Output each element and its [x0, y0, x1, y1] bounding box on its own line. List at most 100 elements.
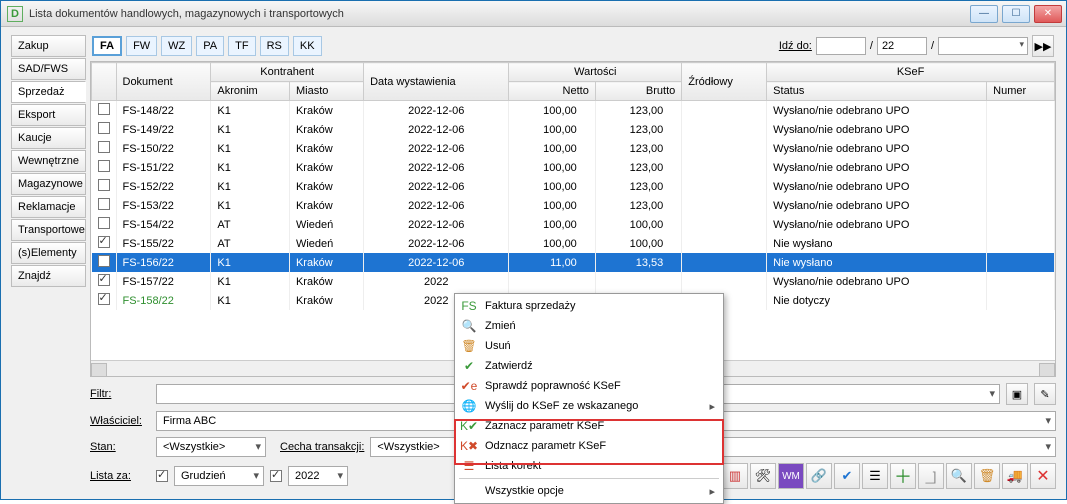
- menu-item[interactable]: ✔eSprawdź poprawność KSeF: [455, 376, 723, 396]
- top-tab-WZ[interactable]: WZ: [161, 36, 192, 56]
- bottom-toolbar: Σ ▥ 🛠 WM 🔗 ✔ ☰ ＋ _] 🔍 🗑 🚚 ✕: [694, 463, 1056, 489]
- menu-icon: ☰: [459, 459, 479, 473]
- menu-item[interactable]: FSFaktura sprzedaży: [455, 296, 723, 316]
- row-checkbox[interactable]: [98, 293, 110, 305]
- goto-go-button[interactable]: ▶▶: [1032, 35, 1054, 57]
- row-checkbox[interactable]: [98, 255, 110, 267]
- table-row[interactable]: FS-154/22ATWiedeń2022-12-06100,00100,00W…: [92, 215, 1055, 234]
- col-status[interactable]: Status: [767, 82, 987, 101]
- side-tab-eksport[interactable]: Eksport: [11, 104, 86, 126]
- tb-tools-icon[interactable]: 🛠: [750, 463, 776, 489]
- row-checkbox[interactable]: [98, 103, 110, 115]
- menu-item[interactable]: K✔Zaznacz parametr KSeF: [455, 416, 723, 436]
- stan-combo[interactable]: <Wszystkie>: [156, 437, 266, 457]
- filter-toggle-button[interactable]: ▣: [1006, 383, 1028, 405]
- top-tab-FA[interactable]: FA: [92, 36, 122, 56]
- side-tab-magazynowe[interactable]: Magazynowe: [11, 173, 86, 195]
- col-dokument[interactable]: Dokument: [116, 63, 211, 101]
- table-row[interactable]: FS-149/22K1Kraków2022-12-06100,00123,00W…: [92, 120, 1055, 139]
- row-checkbox[interactable]: [98, 198, 110, 210]
- menu-icon: K✖: [459, 439, 479, 453]
- row-checkbox[interactable]: [98, 274, 110, 286]
- top-tab-TF[interactable]: TF: [228, 36, 255, 56]
- tb-wm-icon[interactable]: WM: [778, 463, 804, 489]
- row-checkbox[interactable]: [98, 141, 110, 153]
- top-tab-RS[interactable]: RS: [260, 36, 289, 56]
- table-row[interactable]: FS-150/22K1Kraków2022-12-06100,00123,00W…: [92, 139, 1055, 158]
- row-checkbox[interactable]: [98, 160, 110, 172]
- cecha-label: Cecha transakcji:: [280, 441, 364, 453]
- filter-edit-button[interactable]: ✎: [1034, 383, 1056, 405]
- side-tab-(s)elementy[interactable]: (s)Elementy: [11, 242, 86, 264]
- table-row[interactable]: FS-155/22ATWiedeń2022-12-06100,00100,00N…: [92, 234, 1055, 253]
- year-combo[interactable]: 2022: [288, 466, 348, 486]
- year-checkbox[interactable]: [270, 470, 282, 482]
- table-row[interactable]: FS-157/22K1Kraków2022Wysłano/nie odebran…: [92, 272, 1055, 291]
- col-ksef[interactable]: KSeF: [767, 63, 1055, 82]
- close-button[interactable]: ✕: [1034, 5, 1062, 23]
- side-tab-transportowe[interactable]: Transportowe: [11, 219, 86, 241]
- side-tabs: ZakupSAD/FWSSprzedażEksportKaucjeWewnętr…: [11, 33, 86, 489]
- menu-item[interactable]: 🌐Wyślij do KSeF ze wskazanego▸: [455, 396, 723, 416]
- row-checkbox[interactable]: [98, 179, 110, 191]
- menu-item[interactable]: K✖Odznacz parametr KSeF: [455, 436, 723, 456]
- row-checkbox[interactable]: [98, 236, 110, 248]
- tb-check-icon[interactable]: ✔: [834, 463, 860, 489]
- side-tab-wewnętrzne[interactable]: Wewnętrzne: [11, 150, 86, 172]
- stan-label: Stan:: [90, 441, 150, 453]
- col-miasto[interactable]: Miasto: [289, 82, 363, 101]
- col-kontrahent[interactable]: Kontrahent: [211, 63, 364, 82]
- side-tab-zakup[interactable]: Zakup: [11, 35, 86, 57]
- lista-za-label: Lista za:: [90, 470, 150, 482]
- top-tab-FW[interactable]: FW: [126, 36, 157, 56]
- goto-year-combo[interactable]: [938, 37, 1028, 55]
- side-tab-znajdź[interactable]: Znajdź: [11, 265, 86, 287]
- goto-sep2: /: [931, 40, 934, 52]
- tb-truck-icon[interactable]: 🚚: [1002, 463, 1028, 489]
- table-row[interactable]: FS-153/22K1Kraków2022-12-06100,00123,00W…: [92, 196, 1055, 215]
- tb-columns-icon[interactable]: ▥: [722, 463, 748, 489]
- row-checkbox[interactable]: [98, 217, 110, 229]
- menu-item[interactable]: Wszystkie opcje▸: [455, 481, 723, 501]
- table-row[interactable]: FS-152/22K1Kraków2022-12-06100,00123,00W…: [92, 177, 1055, 196]
- tb-list-icon[interactable]: ☰: [862, 463, 888, 489]
- col-numer[interactable]: Numer: [987, 82, 1055, 101]
- col-akronim[interactable]: Akronim: [211, 82, 290, 101]
- side-tab-reklamacje[interactable]: Reklamacje: [11, 196, 86, 218]
- tb-sub-icon[interactable]: _]: [918, 463, 944, 489]
- tb-link-icon[interactable]: 🔗: [806, 463, 832, 489]
- menu-item[interactable]: 🔍Zmień: [455, 316, 723, 336]
- side-tab-kaucje[interactable]: Kaucje: [11, 127, 86, 149]
- col-netto[interactable]: Netto: [509, 82, 595, 101]
- maximize-button[interactable]: ☐: [1002, 5, 1030, 23]
- window-title: Lista dokumentów handlowych, magazynowyc…: [29, 8, 970, 20]
- goto-input-1[interactable]: [816, 37, 866, 55]
- row-checkbox[interactable]: [98, 122, 110, 134]
- side-tab-sprzedaż[interactable]: Sprzedaż: [11, 81, 86, 103]
- top-tab-KK[interactable]: KK: [293, 36, 322, 56]
- minimize-button[interactable]: —: [970, 5, 998, 23]
- top-tab-PA[interactable]: PA: [196, 36, 224, 56]
- filtr-label: Filtr:: [90, 388, 150, 400]
- col-zrodlowy[interactable]: Źródłowy: [682, 63, 767, 101]
- col-brutto[interactable]: Brutto: [595, 82, 681, 101]
- table-row[interactable]: FS-151/22K1Kraków2022-12-06100,00123,00W…: [92, 158, 1055, 177]
- goto-input-2[interactable]: [877, 37, 927, 55]
- side-tab-sad/fws[interactable]: SAD/FWS: [11, 58, 86, 80]
- table-row[interactable]: FS-148/22K1Kraków2022-12-06100,00123,00W…: [92, 101, 1055, 121]
- tb-close-icon[interactable]: ✕: [1030, 463, 1056, 489]
- month-checkbox[interactable]: [156, 470, 168, 482]
- tb-search-icon[interactable]: 🔍: [946, 463, 972, 489]
- tb-delete-icon[interactable]: 🗑: [974, 463, 1000, 489]
- tb-add-icon[interactable]: ＋: [890, 463, 916, 489]
- col-wartosci[interactable]: Wartości: [509, 63, 682, 82]
- month-combo[interactable]: Grudzień: [174, 466, 264, 486]
- menu-label: Sprawdź poprawność KSeF: [485, 380, 621, 392]
- context-menu[interactable]: FSFaktura sprzedaży🔍Zmień🗑Usuń✔Zatwierdź…: [454, 293, 724, 504]
- menu-item[interactable]: ✔Zatwierdź: [455, 356, 723, 376]
- table-row[interactable]: FS-156/22K1Kraków2022-12-0611,0013,53Nie…: [92, 253, 1055, 272]
- menu-item[interactable]: ☰Lista korekt: [455, 456, 723, 476]
- app-icon: D: [7, 6, 23, 22]
- col-data[interactable]: Data wystawienia: [364, 63, 509, 101]
- menu-item[interactable]: 🗑Usuń: [455, 336, 723, 356]
